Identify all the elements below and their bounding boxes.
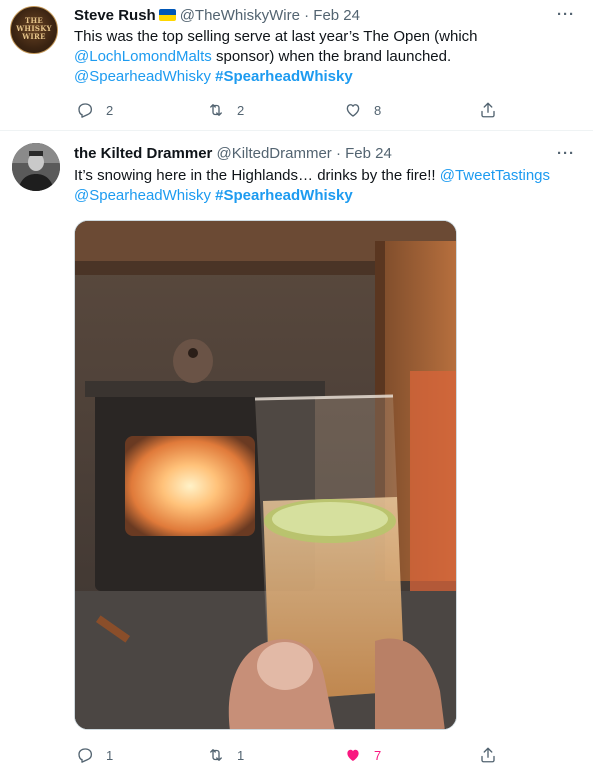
avatar-logo-text: THE WHISKY WIRE: [16, 16, 52, 41]
tweet-header: the Kilted Drammer @KiltedDrammer · Feb …: [74, 144, 392, 164]
retweet-icon: [210, 749, 222, 761]
like-count: 7: [374, 747, 382, 763]
retweet-icon: [210, 104, 222, 116]
like-button[interactable]: 8: [344, 100, 381, 120]
author-handle[interactable]: @TheWhiskyWire: [180, 7, 300, 24]
tweet-text-part: sponsor) when the brand launched.: [211, 48, 452, 65]
retweet-button[interactable]: 1: [207, 745, 244, 765]
avatar[interactable]: THE WHISKY WIRE: [10, 6, 58, 54]
heart-filled-icon: [347, 749, 359, 761]
hashtag-link[interactable]: #SpearheadWhisky: [215, 68, 353, 85]
more-options-icon[interactable]: ···: [557, 7, 575, 28]
more-options-icon[interactable]: ···: [557, 146, 575, 167]
hashtag-link[interactable]: #SpearheadWhisky: [215, 187, 353, 204]
reply-icon: [78, 748, 93, 763]
reply-button[interactable]: 1: [76, 745, 113, 765]
retweet-count: 1: [237, 747, 245, 763]
tweet-date[interactable]: Feb 24: [313, 7, 360, 24]
heart-icon: [346, 104, 360, 117]
tweet-text-part: It’s snowing here in the Highlands… drin…: [74, 167, 440, 184]
share-button[interactable]: [479, 100, 509, 120]
tweet[interactable]: the Kilted Drammer @KiltedDrammer · Feb …: [0, 131, 593, 769]
tweet-text: This was the top selling serve at last y…: [74, 27, 574, 87]
reply-icon: [78, 103, 93, 118]
author-handle[interactable]: @KiltedDrammer: [217, 145, 332, 162]
tweet-text-part: This was the top selling serve at last y…: [74, 28, 478, 45]
reply-button[interactable]: 2: [76, 100, 113, 120]
retweet-count: 2: [237, 102, 245, 118]
share-icon: [481, 747, 495, 763]
fireplace-photo: [75, 221, 456, 729]
tweet-actions: 1 1 7: [74, 745, 504, 765]
retweet-button[interactable]: 2: [207, 100, 244, 120]
separator-dot: ·: [304, 7, 310, 24]
reply-count: 2: [106, 102, 114, 118]
mention-link[interactable]: @TweetTastings: [440, 167, 550, 184]
tweet-actions: 2 2 8: [74, 100, 504, 120]
like-button[interactable]: 7: [344, 745, 381, 765]
avatar[interactable]: [12, 143, 60, 191]
mention-link[interactable]: @LochLomondMalts: [74, 48, 212, 65]
author-name[interactable]: the Kilted Drammer: [74, 145, 212, 162]
avatar-photo: [12, 143, 60, 191]
tweet-text: It’s snowing here in the Highlands… drin…: [74, 166, 574, 206]
tweet-header: Steve Rush @TheWhiskyWire · Feb 24: [74, 6, 360, 26]
ukraine-flag-icon: [158, 9, 176, 21]
share-icon: [481, 102, 495, 118]
tweet[interactable]: THE WHISKY WIRE Steve Rush @TheWhiskyWire ·…: [0, 0, 593, 131]
author-name[interactable]: Steve Rush: [74, 7, 156, 24]
share-button[interactable]: [479, 745, 509, 765]
separator-dot: ·: [335, 145, 341, 162]
reply-count: 1: [106, 747, 114, 763]
mention-link[interactable]: @SpearheadWhisky: [74, 68, 211, 85]
mention-link[interactable]: @SpearheadWhisky: [74, 187, 211, 204]
tweet-date[interactable]: Feb 24: [345, 145, 392, 162]
tweet-photo[interactable]: [74, 220, 457, 730]
like-count: 8: [374, 102, 382, 118]
